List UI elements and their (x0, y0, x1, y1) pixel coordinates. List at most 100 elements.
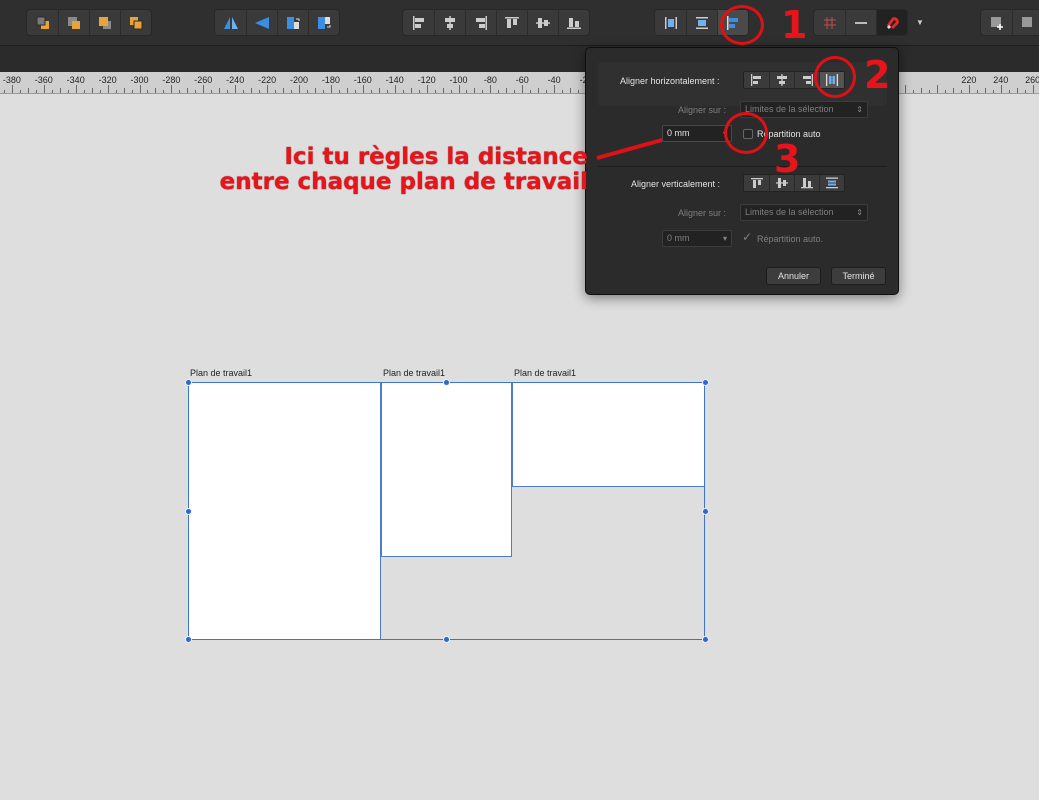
align-on-value-2: Limites de la sélection (745, 207, 834, 217)
ruler-tick (187, 88, 189, 93)
ruler-tick (211, 90, 213, 93)
align-bottom-icon[interactable] (558, 10, 589, 35)
ruler-tick (968, 85, 970, 93)
ruler-tick (267, 85, 269, 93)
ruler-tick (522, 85, 524, 93)
selection-handle-top[interactable] (443, 379, 450, 386)
ruler-label: 260 (1025, 75, 1039, 85)
main-toolbar: ▼ (0, 0, 1039, 46)
ruler-tick (1016, 88, 1018, 93)
ruler-tick (107, 85, 109, 93)
subtract-shape-icon[interactable] (1012, 10, 1039, 35)
flip-horizontal-icon[interactable] (215, 10, 246, 35)
ruler-tick (75, 85, 77, 93)
ruler-tick (67, 90, 69, 93)
h-align-left-icon[interactable] (744, 72, 769, 88)
move-back-one-icon[interactable] (58, 10, 89, 35)
ruler-tick (203, 85, 205, 93)
move-to-back-icon[interactable] (27, 10, 58, 35)
extra-group (980, 9, 1039, 36)
auto-distribute-label-2: Répartition auto. (757, 234, 824, 244)
ruler-tick (562, 90, 564, 93)
ruler-tick (179, 90, 181, 93)
ruler-tick (243, 90, 245, 93)
ruler-tick (1000, 85, 1002, 93)
artboard-label-1: Plan de travail1 (190, 368, 253, 378)
cancel-button[interactable]: Annuler (766, 267, 821, 285)
ruler-tick (11, 85, 13, 93)
ruler-label: -200 (289, 75, 309, 85)
ruler-tick (929, 90, 931, 93)
flip-vertical-icon[interactable] (246, 10, 277, 35)
ruler-tick (91, 88, 93, 93)
selection-handle-top-right[interactable] (702, 379, 709, 386)
ruler-tick (3, 90, 5, 93)
ruler-label: -360 (34, 75, 53, 85)
selection-handle-left[interactable] (185, 508, 192, 515)
ruler-tick (235, 85, 237, 93)
ruler-tick (251, 88, 253, 93)
spacing-field-2[interactable]: 0 mm ▾ (662, 230, 732, 247)
selection-handle-bottom-right[interactable] (702, 636, 709, 643)
selection-handle-right[interactable] (702, 508, 709, 515)
ruler-tick (330, 85, 332, 93)
ruler-tick (314, 88, 316, 93)
ruler-tick (498, 90, 500, 93)
grid-icon[interactable] (814, 10, 845, 35)
ruler-tick (306, 90, 308, 93)
selection-handle-bottom[interactable] (443, 636, 450, 643)
rotate-right-icon[interactable] (308, 10, 339, 35)
align-middle-icon[interactable] (527, 10, 558, 35)
selection-handle-bottom-left[interactable] (185, 636, 192, 643)
ruler-tick (937, 85, 938, 93)
align-right-icon[interactable] (465, 10, 496, 35)
ruler-tick (299, 85, 300, 93)
ruler-label: -220 (258, 75, 277, 85)
checkmark-icon[interactable]: ✓ (742, 230, 752, 244)
align-left-icon[interactable] (403, 10, 434, 35)
align-center-icon[interactable] (434, 10, 465, 35)
ruler-tick (227, 90, 229, 93)
ruler-label: -260 (194, 75, 213, 85)
rotate-left-icon[interactable] (277, 10, 308, 35)
v-distribute-icon[interactable] (819, 175, 844, 191)
ruler-label: -380 (2, 75, 21, 85)
move-forward-one-icon[interactable] (89, 10, 120, 35)
ruler-tick (139, 85, 141, 93)
add-shape-icon[interactable] (981, 10, 1012, 35)
v-align-top-icon[interactable] (744, 175, 769, 191)
distribute-vertical-icon[interactable] (686, 10, 717, 35)
arrange-group (26, 9, 152, 36)
ruler-tick (370, 90, 372, 93)
snap-toggle-icon[interactable] (845, 10, 876, 35)
distribute-horizontal-icon[interactable] (655, 10, 686, 35)
ruler-label: -120 (417, 75, 436, 85)
annotation-number-1: 1 (781, 3, 808, 47)
align-on-select-2[interactable]: Limites de la sélection ⇕ (740, 204, 868, 221)
align-top-icon[interactable] (496, 10, 527, 35)
ruler-tick (450, 90, 452, 93)
done-button[interactable]: Terminé (831, 267, 886, 285)
ruler-tick (1032, 85, 1034, 93)
align-on-value-1: Limites de la sélection (745, 104, 834, 114)
selection-handle-top-left[interactable] (185, 379, 192, 386)
move-to-front-icon[interactable] (120, 10, 151, 35)
chevron-down-icon[interactable]: ▼ (916, 18, 924, 27)
spacing-field-1[interactable]: 0 mm ▾ (662, 125, 732, 142)
ruler-label: -140 (385, 75, 404, 85)
ruler-tick (123, 88, 125, 93)
ruler-label: -180 (321, 75, 340, 85)
ruler-label: 240 (993, 75, 1009, 85)
ruler-tick (976, 90, 978, 93)
annotation-note-line-1: Ici tu règles la distance (284, 144, 588, 170)
ruler-tick (952, 88, 954, 93)
magnet-icon[interactable] (876, 10, 907, 35)
ruler-tick (283, 88, 285, 93)
ruler-tick (466, 90, 468, 93)
ruler-tick (394, 85, 396, 93)
spacing-value-1: 0 mm (667, 128, 690, 138)
ruler-tick (171, 85, 173, 93)
h-align-center-icon[interactable] (769, 72, 794, 88)
ruler-tick (59, 88, 61, 93)
ruler-tick (43, 85, 45, 93)
